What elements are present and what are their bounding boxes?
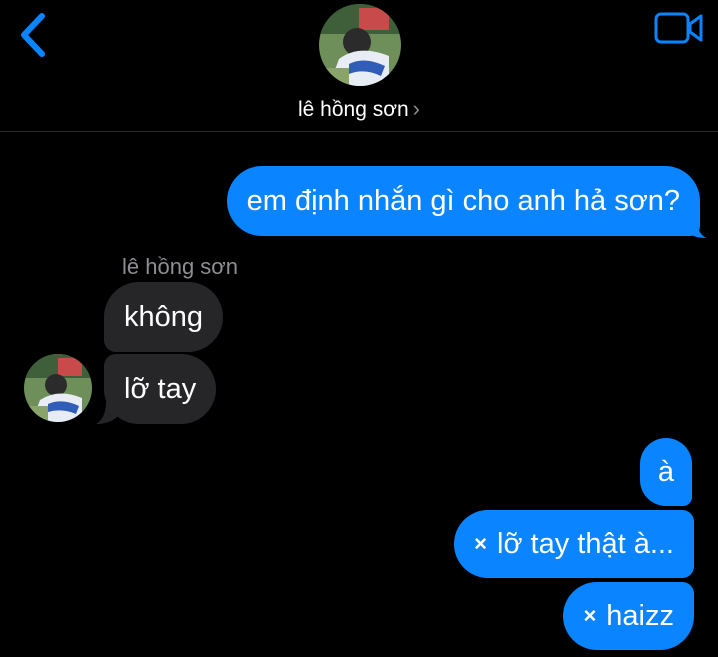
- chevron-left-icon: [21, 13, 45, 57]
- bubble-tail-icon: [96, 402, 118, 424]
- message-bubble-sent[interactable]: × haizz: [563, 582, 694, 650]
- video-call-button[interactable]: [654, 10, 704, 46]
- chat-screen: lê hồng sơn › em định nhắn gì cho anh hả …: [0, 0, 718, 657]
- message-bubble-sent[interactable]: × lỡ tay thật à...: [454, 510, 694, 578]
- message-bubble-received[interactable]: lỡ tay: [104, 354, 217, 424]
- bubble-tail-icon: [684, 216, 706, 238]
- close-icon: ×: [583, 603, 597, 628]
- message-text: lỡ tay thật à...: [497, 528, 674, 560]
- chevron-right-icon: ›: [412, 96, 420, 121]
- sender-avatar[interactable]: [24, 354, 92, 422]
- chat-header: lê hồng sơn ›: [0, 0, 718, 132]
- message-text: à: [657, 456, 674, 488]
- message-text: em định nhắn gì cho anh hả sơn?: [246, 185, 680, 217]
- message-text: không: [124, 301, 204, 333]
- message-bubble-sent[interactable]: à: [639, 438, 692, 506]
- contact-name-text: lê hồng sơn: [297, 98, 409, 121]
- message-bubble-received[interactable]: không: [104, 282, 224, 352]
- message-text: lỡ tay: [124, 373, 197, 405]
- sender-name-label: lê hồng sơn: [122, 254, 238, 279]
- avatar-photo-icon: [319, 4, 401, 86]
- close-icon: ×: [474, 531, 487, 556]
- contact-avatar[interactable]: [319, 4, 401, 86]
- message-bubble-sent[interactable]: em định nhắn gì cho anh hả sơn?: [226, 166, 700, 236]
- contact-name-button[interactable]: lê hồng sơn ›: [0, 96, 718, 122]
- back-button[interactable]: [14, 10, 54, 60]
- video-camera-icon: [654, 12, 703, 44]
- message-text: haizz: [606, 600, 674, 632]
- avatar-photo-icon: [24, 354, 92, 422]
